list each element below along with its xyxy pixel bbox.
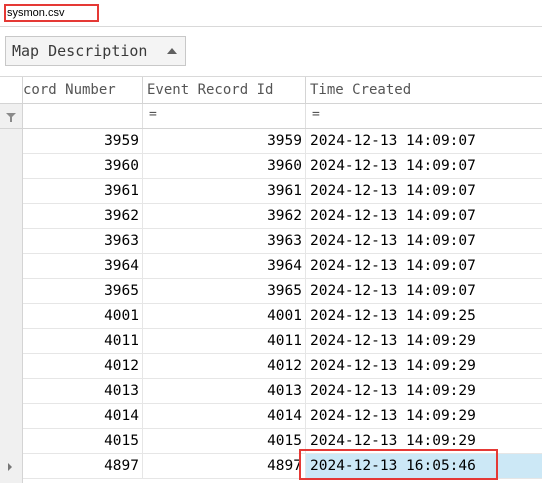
table-row[interactable]: 4013 4013 2024-12-13 14:09:29 <box>23 379 542 404</box>
table-row[interactable]: 3961 3961 2024-12-13 14:09:07 <box>23 179 542 204</box>
file-tab-bar: sysmon.csv <box>0 0 542 27</box>
cell-time-created[interactable]: 2024-12-13 14:09:07 <box>306 254 542 278</box>
cell-time-created[interactable]: 2024-12-13 14:09:07 <box>306 154 542 178</box>
cell-event-record-id[interactable]: 4015 <box>143 429 306 453</box>
cell-event-record-id[interactable]: 3963 <box>143 229 306 253</box>
table-row[interactable]: 4897 4897 2024-12-13 16:05:46 <box>23 454 542 479</box>
cell-time-created[interactable]: 2024-12-13 14:09:07 <box>306 279 542 303</box>
filter-cell-time-created[interactable]: = <box>306 104 542 128</box>
table-row[interactable]: 3962 3962 2024-12-13 14:09:07 <box>23 204 542 229</box>
row-indicator-column <box>0 129 23 483</box>
table-row[interactable]: 4012 4012 2024-12-13 14:09:29 <box>23 354 542 379</box>
filter-icon <box>6 113 16 122</box>
cell-record-number[interactable]: 4013 <box>23 379 143 403</box>
cell-time-created[interactable]: 2024-12-13 14:09:29 <box>306 354 542 378</box>
table-row[interactable]: 4011 4011 2024-12-13 14:09:29 <box>23 329 542 354</box>
current-row-arrow-icon <box>8 463 12 471</box>
cell-time-created[interactable]: 2024-12-13 16:05:46 <box>306 454 542 478</box>
cell-time-created[interactable]: 2024-12-13 14:09:07 <box>306 229 542 253</box>
cell-time-created[interactable]: 2024-12-13 14:09:29 <box>306 404 542 428</box>
cell-event-record-id[interactable]: 3960 <box>143 154 306 178</box>
table-row[interactable]: 3964 3964 2024-12-13 14:09:07 <box>23 254 542 279</box>
cell-record-number[interactable]: 3965 <box>23 279 143 303</box>
cell-record-number[interactable]: 4012 <box>23 354 143 378</box>
cell-event-record-id[interactable]: 3965 <box>143 279 306 303</box>
cell-event-record-id[interactable]: 3962 <box>143 204 306 228</box>
cell-record-number[interactable]: 4014 <box>23 404 143 428</box>
column-header-event-record-id[interactable]: Event Record Id <box>143 77 306 103</box>
cell-time-created[interactable]: 2024-12-13 14:09:29 <box>306 329 542 353</box>
cell-time-created[interactable]: 2024-12-13 14:09:07 <box>306 179 542 203</box>
cell-event-record-id[interactable]: 4011 <box>143 329 306 353</box>
cell-record-number[interactable]: 3964 <box>23 254 143 278</box>
cell-record-number[interactable]: 3963 <box>23 229 143 253</box>
cell-time-created[interactable]: 2024-12-13 14:09:29 <box>306 429 542 453</box>
table-row[interactable]: 4015 4015 2024-12-13 14:09:29 <box>23 429 542 454</box>
filter-cell-record-number[interactable] <box>23 104 143 128</box>
cell-record-number[interactable]: 4897 <box>23 454 143 478</box>
table-row[interactable]: 4001 4001 2024-12-13 14:09:25 <box>23 304 542 329</box>
cell-time-created[interactable]: 2024-12-13 14:09:07 <box>306 129 542 153</box>
data-grid: cord Number Event Record Id Time Created… <box>0 77 542 483</box>
cell-event-record-id[interactable]: 4014 <box>143 404 306 428</box>
cell-record-number[interactable]: 3959 <box>23 129 143 153</box>
table-row[interactable]: 4014 4014 2024-12-13 14:09:29 <box>23 404 542 429</box>
cell-event-record-id[interactable]: 3959 <box>143 129 306 153</box>
cell-event-record-id[interactable]: 4013 <box>143 379 306 403</box>
column-header-row: cord Number Event Record Id Time Created <box>0 77 542 104</box>
table-row[interactable]: 3965 3965 2024-12-13 14:09:07 <box>23 279 542 304</box>
group-by-chip[interactable]: Map Description <box>5 36 186 66</box>
table-row[interactable]: 3963 3963 2024-12-13 14:09:07 <box>23 229 542 254</box>
group-panel: Map Description <box>0 27 542 77</box>
cell-event-record-id[interactable]: 3964 <box>143 254 306 278</box>
cell-event-record-id[interactable]: 4897 <box>143 454 306 478</box>
cell-event-record-id[interactable]: 4012 <box>143 354 306 378</box>
cell-record-number[interactable]: 3961 <box>23 179 143 203</box>
cell-record-number[interactable]: 4015 <box>23 429 143 453</box>
file-tab-sysmon[interactable]: sysmon.csv <box>4 4 99 22</box>
cell-time-created[interactable]: 2024-12-13 14:09:29 <box>306 379 542 403</box>
table-row[interactable]: 3959 3959 2024-12-13 14:09:07 <box>23 129 542 154</box>
cell-record-number[interactable]: 4011 <box>23 329 143 353</box>
table-row[interactable]: 3960 3960 2024-12-13 14:09:07 <box>23 154 542 179</box>
filter-cell-event-record-id[interactable]: = <box>143 104 306 128</box>
cell-time-created[interactable]: 2024-12-13 14:09:25 <box>306 304 542 328</box>
cell-record-number[interactable]: 4001 <box>23 304 143 328</box>
sort-ascending-icon[interactable] <box>167 48 177 54</box>
cell-event-record-id[interactable]: 3961 <box>143 179 306 203</box>
filter-row-indicator <box>0 104 23 128</box>
filter-row: = = <box>0 104 542 129</box>
cell-time-created[interactable]: 2024-12-13 14:09:07 <box>306 204 542 228</box>
cell-event-record-id[interactable]: 4001 <box>143 304 306 328</box>
cell-record-number[interactable]: 3962 <box>23 204 143 228</box>
column-header-time-created[interactable]: Time Created <box>306 77 542 103</box>
row-indicator-header <box>0 77 23 103</box>
group-by-label: Map Description <box>12 42 148 60</box>
column-header-record-number[interactable]: cord Number <box>23 77 143 103</box>
cell-record-number[interactable]: 3960 <box>23 154 143 178</box>
